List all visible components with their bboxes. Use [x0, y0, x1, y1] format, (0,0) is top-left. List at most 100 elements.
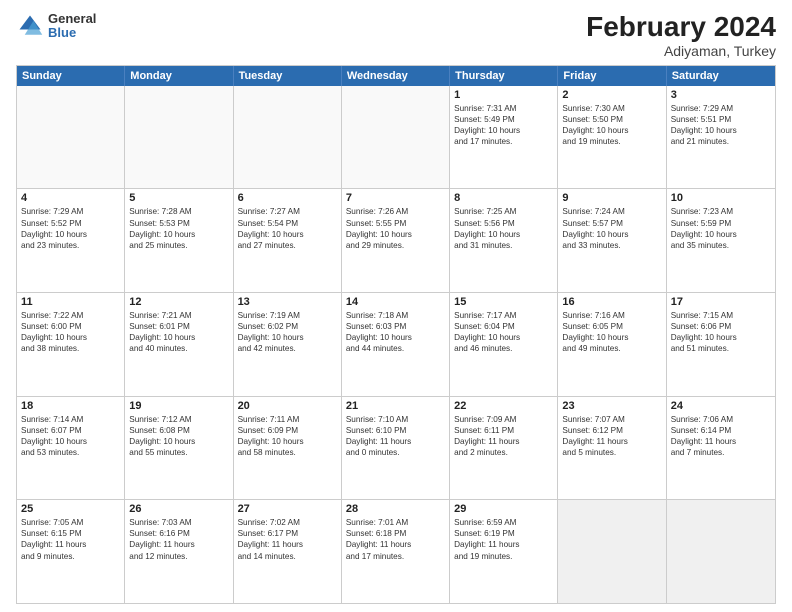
day-cell-15: 15Sunrise: 7:17 AMSunset: 6:04 PMDayligh…: [450, 293, 558, 396]
day-info: Sunrise: 7:14 AMSunset: 6:07 PMDaylight:…: [21, 414, 120, 458]
weekday-header-wednesday: Wednesday: [342, 66, 450, 86]
calendar-row-0: 1 Sunrise: 7:31 AMSunset: 5:49 PMDaylight…: [17, 86, 775, 190]
day-number: 1: [454, 89, 553, 101]
empty-cell-4-6: [667, 500, 775, 603]
day-info: Sunrise: 7:25 AMSunset: 5:56 PMDaylight:…: [454, 206, 553, 250]
day-number: 4: [21, 192, 120, 204]
logo: General Blue: [16, 12, 96, 41]
day-cell-23: 23 Sunrise: 7:07 AMSunset: 6:12 PMDayligh…: [558, 397, 666, 500]
day-info: Sunrise: 7:31 AMSunset: 5:49 PMDaylight:…: [454, 103, 553, 147]
day-number: 8: [454, 192, 553, 204]
day-cell-5: 5Sunrise: 7:28 AMSunset: 5:53 PMDaylight…: [125, 189, 233, 292]
header: General Blue February 2024 Adiyaman, Tur…: [16, 12, 776, 59]
day-info: Sunrise: 7:23 AMSunset: 5:59 PMDaylight:…: [671, 206, 771, 250]
day-cell-18: 18Sunrise: 7:14 AMSunset: 6:07 PMDayligh…: [17, 397, 125, 500]
day-info: Sunrise: 7:03 AMSunset: 6:16 PMDaylight:…: [129, 517, 228, 561]
logo-general: General: [48, 12, 96, 26]
day-number: 22: [454, 400, 553, 412]
day-number: 3: [671, 89, 771, 101]
day-info: Sunrise: 7:15 AMSunset: 6:06 PMDaylight:…: [671, 310, 771, 354]
day-number: 16: [562, 296, 661, 308]
calendar-header: SundayMondayTuesdayWednesdayThursdayFrid…: [17, 66, 775, 86]
day-info: Sunrise: 7:12 AMSunset: 6:08 PMDaylight:…: [129, 414, 228, 458]
day-cell-16: 16 Sunrise: 7:16 AMSunset: 6:05 PMDayligh…: [558, 293, 666, 396]
day-number: 11: [21, 296, 120, 308]
day-number: 2: [562, 89, 661, 101]
day-cell-26: 26 Sunrise: 7:03 AMSunset: 6:16 PMDayligh…: [125, 500, 233, 603]
day-cell-20: 20Sunrise: 7:11 AMSunset: 6:09 PMDayligh…: [234, 397, 342, 500]
day-cell-25: 25Sunrise: 7:05 AMSunset: 6:15 PMDayligh…: [17, 500, 125, 603]
day-info: Sunrise: 6:59 AMSunset: 6:19 PMDaylight:…: [454, 517, 553, 561]
day-cell-29: 29Sunrise: 6:59 AMSunset: 6:19 PMDayligh…: [450, 500, 558, 603]
day-info: Sunrise: 7:09 AMSunset: 6:11 PMDaylight:…: [454, 414, 553, 458]
day-cell-7: 7 Sunrise: 7:26 AMSunset: 5:55 PMDaylight…: [342, 189, 450, 292]
day-cell-14: 14Sunrise: 7:18 AMSunset: 6:03 PMDayligh…: [342, 293, 450, 396]
day-cell-24: 24 Sunrise: 7:06 AMSunset: 6:14 PMDayligh…: [667, 397, 775, 500]
day-cell-10: 10 Sunrise: 7:23 AMSunset: 5:59 PMDayligh…: [667, 189, 775, 292]
day-info: Sunrise: 7:27 AMSunset: 5:54 PMDaylight:…: [238, 206, 337, 250]
day-info: Sunrise: 7:24 AMSunset: 5:57 PMDaylight:…: [562, 206, 661, 250]
day-info: Sunrise: 7:21 AMSunset: 6:01 PMDaylight:…: [129, 310, 228, 354]
day-cell-12: 12 Sunrise: 7:21 AMSunset: 6:01 PMDayligh…: [125, 293, 233, 396]
calendar: SundayMondayTuesdayWednesdayThursdayFrid…: [16, 65, 776, 604]
day-number: 25: [21, 503, 120, 515]
empty-cell-4-5: [558, 500, 666, 603]
logo-blue: Blue: [48, 26, 96, 40]
day-cell-13: 13 Sunrise: 7:19 AMSunset: 6:02 PMDayligh…: [234, 293, 342, 396]
day-info: Sunrise: 7:01 AMSunset: 6:18 PMDaylight:…: [346, 517, 445, 561]
weekday-header-tuesday: Tuesday: [234, 66, 342, 86]
day-number: 15: [454, 296, 553, 308]
weekday-header-sunday: Sunday: [17, 66, 125, 86]
empty-cell-0-2: [234, 86, 342, 189]
month-title: February 2024: [586, 12, 776, 43]
day-cell-6: 6 Sunrise: 7:27 AMSunset: 5:54 PMDaylight…: [234, 189, 342, 292]
day-number: 26: [129, 503, 228, 515]
day-cell-11: 11Sunrise: 7:22 AMSunset: 6:00 PMDayligh…: [17, 293, 125, 396]
day-number: 9: [562, 192, 661, 204]
day-cell-28: 28Sunrise: 7:01 AMSunset: 6:18 PMDayligh…: [342, 500, 450, 603]
day-info: Sunrise: 7:11 AMSunset: 6:09 PMDaylight:…: [238, 414, 337, 458]
day-info: Sunrise: 7:02 AMSunset: 6:17 PMDaylight:…: [238, 517, 337, 561]
day-number: 13: [238, 296, 337, 308]
weekday-header-saturday: Saturday: [667, 66, 775, 86]
day-info: Sunrise: 7:06 AMSunset: 6:14 PMDaylight:…: [671, 414, 771, 458]
weekday-header-thursday: Thursday: [450, 66, 558, 86]
calendar-row-2: 11Sunrise: 7:22 AMSunset: 6:00 PMDayligh…: [17, 293, 775, 397]
weekday-header-friday: Friday: [558, 66, 666, 86]
empty-cell-0-0: [17, 86, 125, 189]
day-info: Sunrise: 7:07 AMSunset: 6:12 PMDaylight:…: [562, 414, 661, 458]
day-number: 24: [671, 400, 771, 412]
day-cell-21: 21 Sunrise: 7:10 AMSunset: 6:10 PMDayligh…: [342, 397, 450, 500]
day-cell-19: 19 Sunrise: 7:12 AMSunset: 6:08 PMDayligh…: [125, 397, 233, 500]
day-number: 12: [129, 296, 228, 308]
logo-text: General Blue: [48, 12, 96, 41]
logo-icon: [16, 12, 44, 40]
title-block: February 2024 Adiyaman, Turkey: [586, 12, 776, 59]
day-cell-2: 2 Sunrise: 7:30 AMSunset: 5:50 PMDaylight…: [558, 86, 666, 189]
location: Adiyaman, Turkey: [586, 43, 776, 59]
day-info: Sunrise: 7:19 AMSunset: 6:02 PMDaylight:…: [238, 310, 337, 354]
day-number: 19: [129, 400, 228, 412]
day-number: 14: [346, 296, 445, 308]
day-number: 6: [238, 192, 337, 204]
day-info: Sunrise: 7:26 AMSunset: 5:55 PMDaylight:…: [346, 206, 445, 250]
day-info: Sunrise: 7:29 AMSunset: 5:51 PMDaylight:…: [671, 103, 771, 147]
day-number: 23: [562, 400, 661, 412]
calendar-row-3: 18Sunrise: 7:14 AMSunset: 6:07 PMDayligh…: [17, 397, 775, 501]
day-cell-17: 17Sunrise: 7:15 AMSunset: 6:06 PMDayligh…: [667, 293, 775, 396]
day-number: 10: [671, 192, 771, 204]
calendar-body: 1 Sunrise: 7:31 AMSunset: 5:49 PMDaylight…: [17, 86, 775, 603]
day-number: 7: [346, 192, 445, 204]
page: General Blue February 2024 Adiyaman, Tur…: [0, 0, 792, 612]
calendar-row-4: 25Sunrise: 7:05 AMSunset: 6:15 PMDayligh…: [17, 500, 775, 603]
day-info: Sunrise: 7:10 AMSunset: 6:10 PMDaylight:…: [346, 414, 445, 458]
day-info: Sunrise: 7:30 AMSunset: 5:50 PMDaylight:…: [562, 103, 661, 147]
day-number: 5: [129, 192, 228, 204]
weekday-header-monday: Monday: [125, 66, 233, 86]
day-cell-22: 22 Sunrise: 7:09 AMSunset: 6:11 PMDayligh…: [450, 397, 558, 500]
day-cell-4: 4Sunrise: 7:29 AMSunset: 5:52 PMDaylight…: [17, 189, 125, 292]
day-cell-1: 1 Sunrise: 7:31 AMSunset: 5:49 PMDaylight…: [450, 86, 558, 189]
day-number: 21: [346, 400, 445, 412]
day-info: Sunrise: 7:16 AMSunset: 6:05 PMDaylight:…: [562, 310, 661, 354]
day-cell-9: 9 Sunrise: 7:24 AMSunset: 5:57 PMDaylight…: [558, 189, 666, 292]
